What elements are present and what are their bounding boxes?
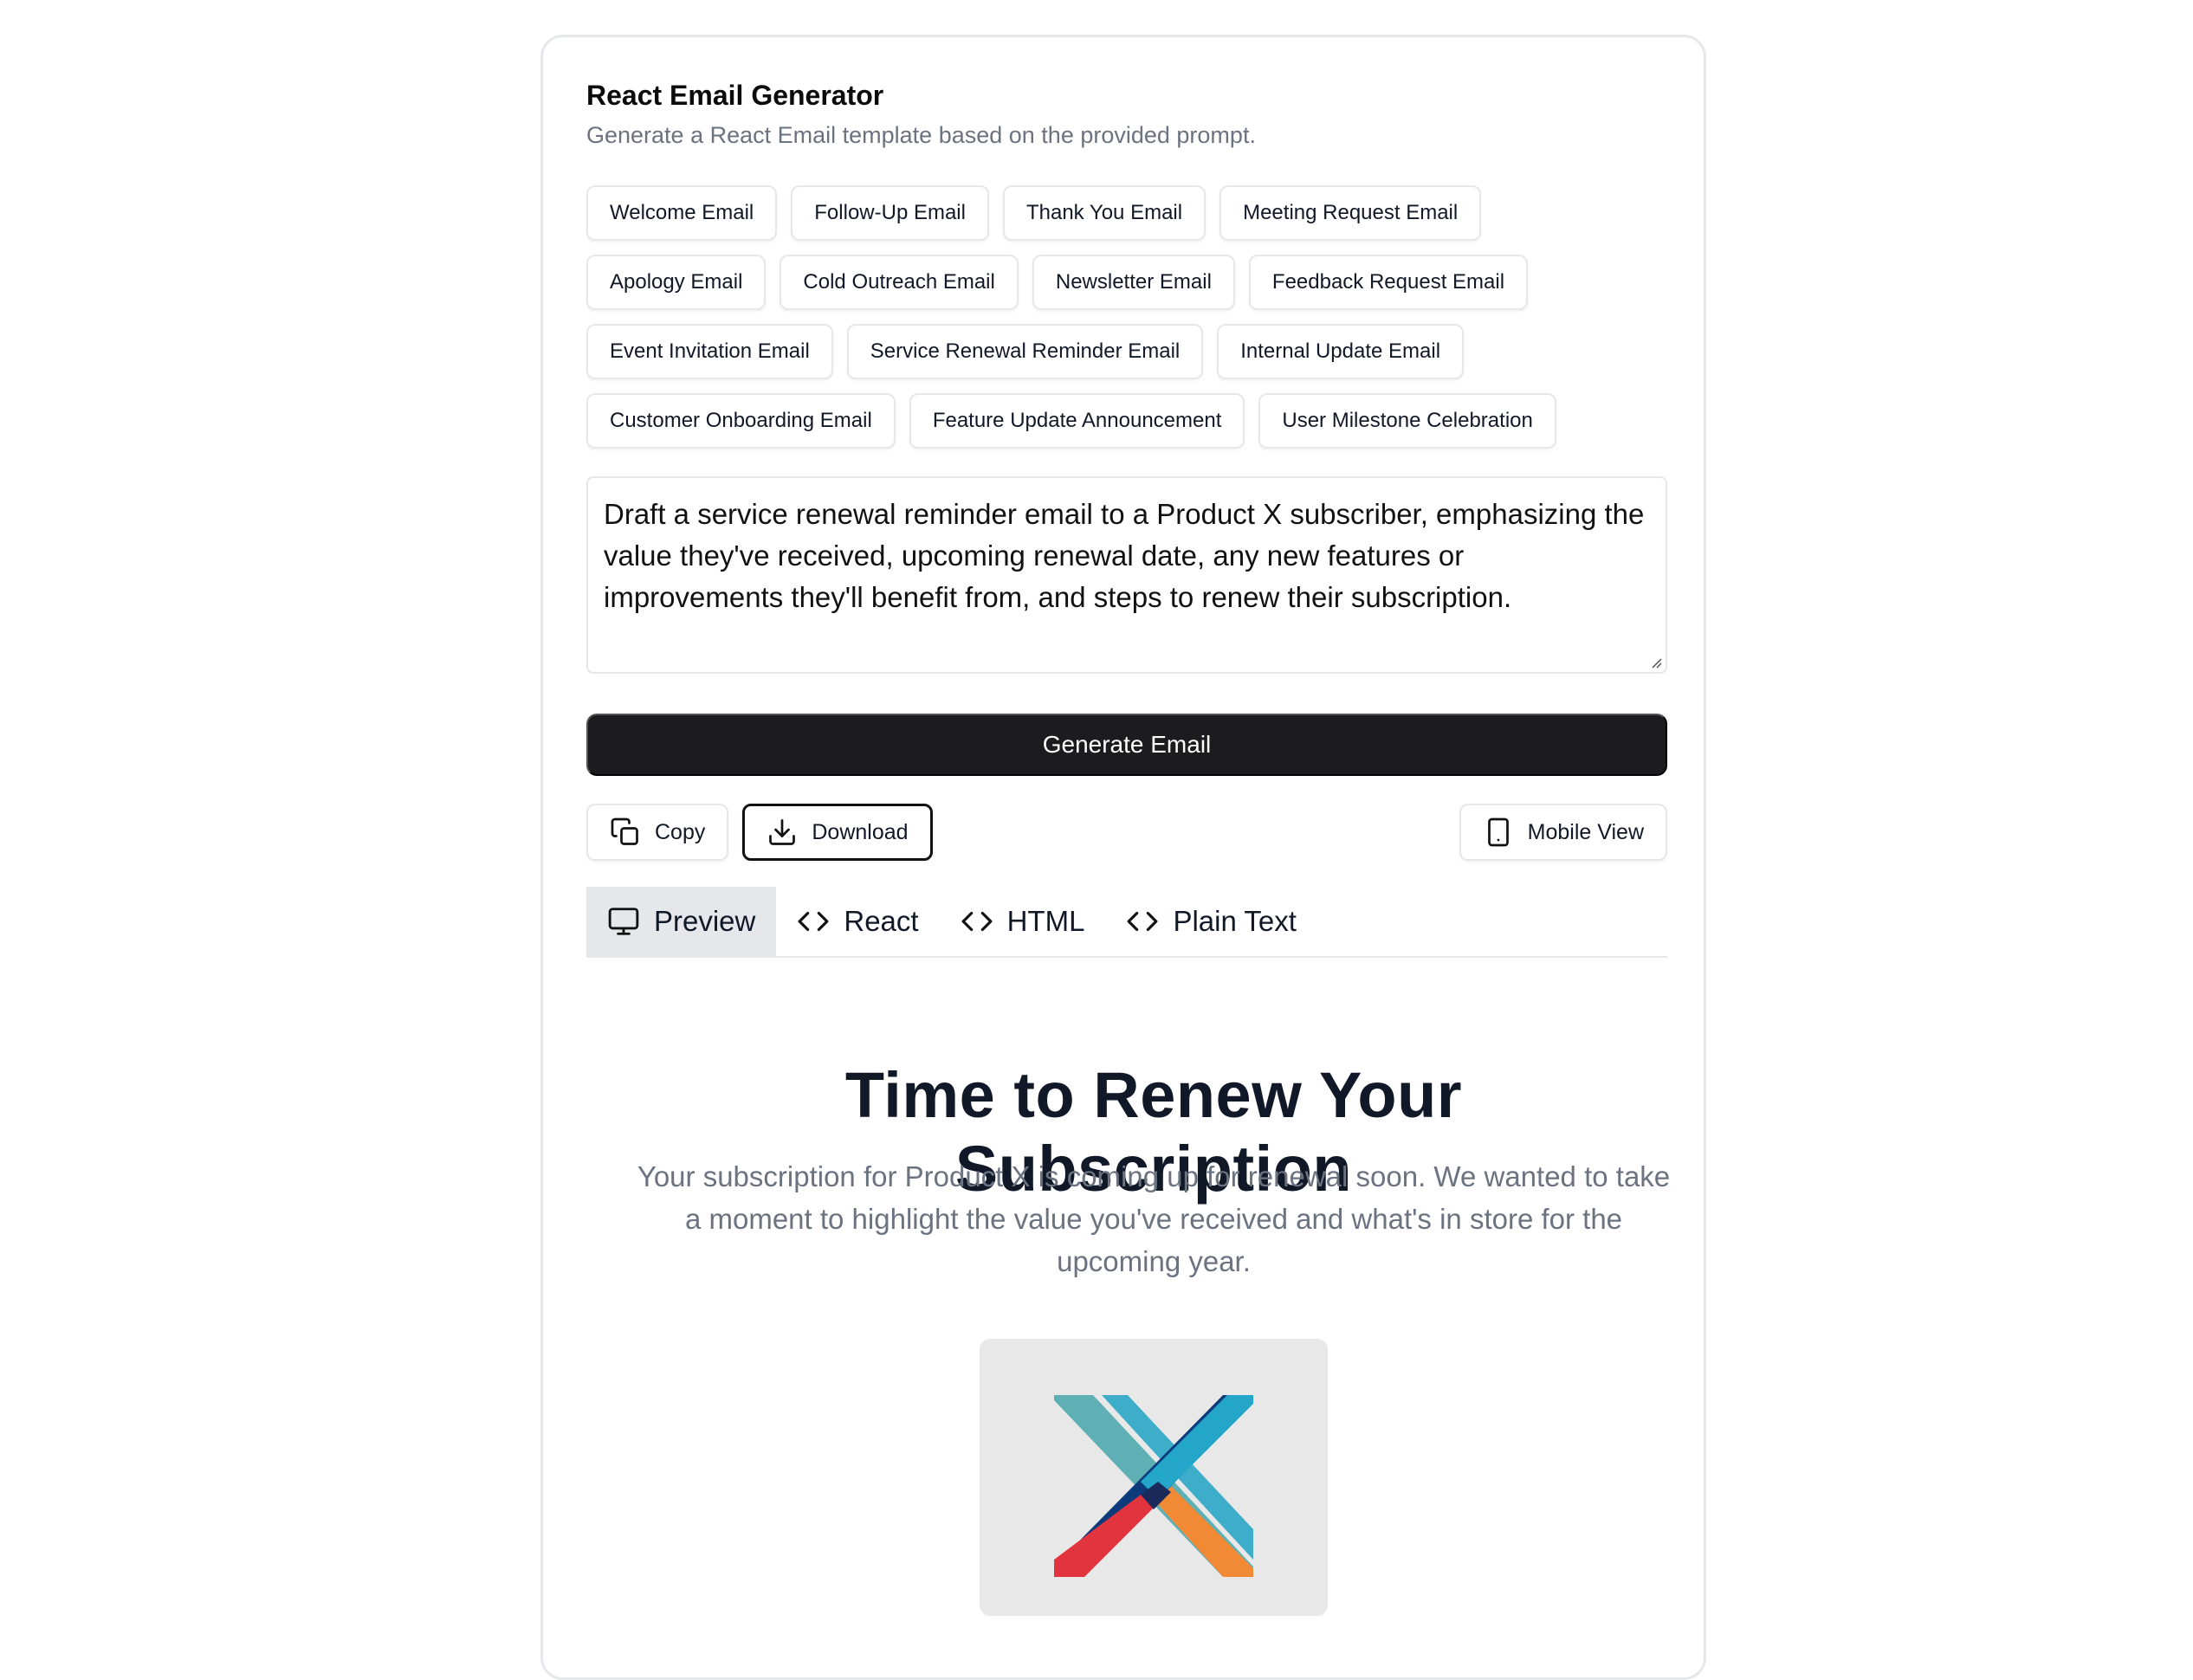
template-chip-newsletter-email[interactable]: Newsletter Email — [1032, 255, 1235, 310]
product-logo-container — [980, 1339, 1328, 1616]
template-chip-event-invitation-email[interactable]: Event Invitation Email — [586, 324, 833, 379]
template-chip-service-renewal-reminder-email[interactable]: Service Renewal Reminder Email — [846, 324, 1204, 379]
template-chip-feedback-request-email[interactable]: Feedback Request Email — [1248, 255, 1529, 310]
tab-preview[interactable]: Preview — [586, 887, 777, 956]
prompt-textarea[interactable]: Draft a service renewal reminder email t… — [586, 476, 1667, 674]
mobile-view-label: Mobile View — [1527, 819, 1644, 844]
template-chip-internal-update-email[interactable]: Internal Update Email — [1217, 324, 1465, 379]
page-subtitle: Generate a React Email template based on… — [586, 122, 1256, 148]
tab-plain-text-label: Plain Text — [1173, 905, 1297, 937]
template-chip-welcome-email[interactable]: Welcome Email — [586, 185, 778, 241]
tab-react[interactable]: React — [776, 887, 939, 956]
mobile-view-button[interactable]: Mobile View — [1459, 804, 1667, 861]
download-button[interactable]: Download — [742, 804, 933, 861]
copy-label: Copy — [655, 819, 706, 844]
prompt-text: Draft a service renewal reminder email t… — [604, 498, 1645, 613]
template-chip-row: Welcome Email Follow-Up Email Thank You … — [586, 185, 1667, 241]
copy-button[interactable]: Copy — [586, 804, 729, 861]
template-chip-user-milestone-celebration[interactable]: User Milestone Celebration — [1258, 393, 1556, 449]
tab-html-label: HTML — [1006, 905, 1085, 937]
template-chip-apology-email[interactable]: Apology Email — [586, 255, 767, 310]
smartphone-icon — [1487, 817, 1509, 847]
code-icon — [798, 911, 829, 932]
generator-card: React Email Generator Generate a React E… — [540, 35, 1706, 1680]
template-chip-customer-onboarding-email[interactable]: Customer Onboarding Email — [586, 393, 896, 449]
download-icon — [769, 819, 796, 845]
template-chip-row: Customer Onboarding Email Feature Update… — [586, 393, 1667, 449]
tab-react-label: React — [844, 905, 919, 937]
template-chip-cold-outreach-email[interactable]: Cold Outreach Email — [780, 255, 1019, 310]
template-chip-meeting-request-email[interactable]: Meeting Request Email — [1219, 185, 1482, 241]
monitor-icon — [608, 908, 639, 935]
code-icon — [961, 911, 993, 932]
copy-icon — [611, 817, 638, 845]
tab-html[interactable]: HTML — [940, 887, 1106, 956]
template-chips: Welcome Email Follow-Up Email Thank You … — [586, 185, 1667, 449]
output-tabs: Preview React HTML Plain Text — [586, 887, 1667, 958]
template-chip-follow-up-email[interactable]: Follow-Up Email — [791, 185, 989, 241]
tab-preview-label: Preview — [654, 905, 756, 937]
resize-grip-icon[interactable] — [1648, 655, 1662, 669]
template-chip-thank-you-email[interactable]: Thank You Email — [1002, 185, 1206, 241]
action-toolbar: Copy Download Mobile View — [586, 804, 1667, 861]
generate-email-button[interactable]: Generate Email — [586, 714, 1667, 776]
template-chip-row: Event Invitation Email Service Renewal R… — [586, 324, 1667, 379]
generator-content: React Email Generator Generate a React E… — [586, 78, 1670, 1616]
action-toolbar-left: Copy Download — [586, 804, 933, 861]
email-body-text: Your subscription for Product X is comin… — [637, 1160, 1671, 1277]
page-title: React Email Generator — [586, 80, 884, 111]
tab-plain-text[interactable]: Plain Text — [1105, 887, 1316, 956]
code-icon — [1128, 911, 1158, 932]
product-x-logo-icon — [1054, 1395, 1253, 1577]
download-label: Download — [812, 819, 909, 844]
template-chip-row: Apology Email Cold Outreach Email Newsle… — [586, 255, 1667, 310]
template-chip-feature-update-announcement[interactable]: Feature Update Announcement — [909, 393, 1245, 449]
